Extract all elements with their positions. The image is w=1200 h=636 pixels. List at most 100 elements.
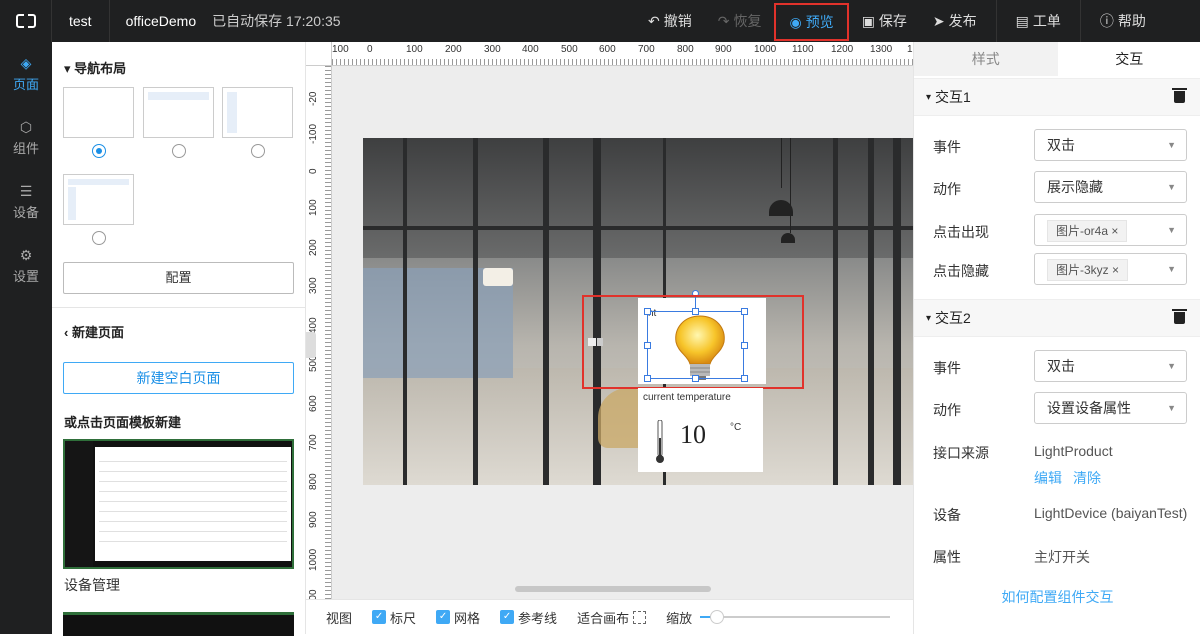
template-thumbnail[interactable] xyxy=(63,439,294,569)
trash-icon[interactable] xyxy=(1174,312,1185,324)
page-name[interactable]: officeDemo xyxy=(110,13,213,29)
zoom-slider-thumb[interactable] xyxy=(710,610,724,624)
tab-style[interactable]: 样式 xyxy=(914,42,1058,76)
template-line xyxy=(99,531,287,532)
ruler-tick-label: 100 xyxy=(308,199,319,216)
config-button[interactable]: 配置 xyxy=(63,262,294,294)
photo-ceiling xyxy=(363,138,913,258)
layers-icon: ◈ xyxy=(21,56,32,70)
preview-label: 预览 xyxy=(806,12,834,32)
template-line xyxy=(99,481,287,482)
redo-icon: ↷ xyxy=(718,13,730,30)
send-icon: ➤ xyxy=(933,13,945,30)
tab-interaction[interactable]: 交互 xyxy=(1058,42,1200,76)
template-line xyxy=(99,471,287,472)
nav-item-components[interactable]: ⬡组件 xyxy=(0,106,52,170)
close-icon[interactable]: × xyxy=(1112,263,1119,277)
layout-option-side[interactable] xyxy=(222,87,293,138)
photo-mullion xyxy=(403,138,407,485)
undo-button[interactable]: ↶撤销 xyxy=(635,0,705,42)
photo-lampshade xyxy=(483,268,513,286)
ruler-tick-label: 100 xyxy=(332,44,349,55)
layout-option-top-side[interactable] xyxy=(63,174,134,225)
layout-option-none[interactable] xyxy=(63,87,134,138)
close-icon[interactable]: × xyxy=(1111,224,1118,238)
nav-item-pages[interactable]: ◈页面 xyxy=(0,42,52,106)
interaction2-title: 交互2 xyxy=(935,308,971,328)
caret-down-icon: ▼ xyxy=(1167,393,1176,423)
show-on-click-select[interactable]: 图片-or4a ×▼ xyxy=(1034,214,1187,246)
photo-mullion xyxy=(833,138,838,485)
layout-preview-bar xyxy=(68,179,129,185)
action-select[interactable]: 展示隐藏▼ xyxy=(1034,171,1187,203)
nav-label: 设置 xyxy=(13,266,39,285)
ruler-tick-label: 200 xyxy=(445,44,462,55)
ruler-toggle[interactable]: ✓标尺 xyxy=(372,608,416,627)
layout-radio-none[interactable] xyxy=(92,144,106,158)
fit-label: 适合画布 xyxy=(577,608,629,627)
ruler-tick-label: 900 xyxy=(308,511,319,528)
action-value: 设置设备属性 xyxy=(1047,400,1131,416)
gear-icon: ⚙ xyxy=(20,248,33,262)
canvas-area[interactable]: 100 0 100 200 300 400 500 600 700 800 90… xyxy=(306,42,913,599)
fit-canvas-button[interactable]: 适合画布 xyxy=(577,608,646,627)
template-sidebar xyxy=(65,441,93,567)
photo-lamp xyxy=(781,233,795,243)
project-name[interactable]: test xyxy=(52,0,110,42)
grid-toggle[interactable]: ✓网格 xyxy=(436,608,480,627)
new-blank-page-button[interactable]: 新建空白页面 xyxy=(63,362,294,394)
zoom-slider[interactable] xyxy=(700,616,890,618)
caret-down-icon: ▼ xyxy=(1167,172,1176,202)
help-button[interactable]: ⓘ帮助 xyxy=(1087,0,1159,42)
ruler-tick-label: 1 xyxy=(907,44,913,55)
save-button[interactable]: ▣保存 xyxy=(849,0,920,42)
edit-link[interactable]: 编辑 xyxy=(1034,468,1062,488)
ruler-tick-label: 700 xyxy=(638,44,655,55)
ticket-button[interactable]: ▤工单 xyxy=(1003,0,1074,42)
device-label: 设备 xyxy=(933,505,961,525)
property-value: 主灯开关 xyxy=(1034,547,1090,567)
ticket-icon: ▤ xyxy=(1016,13,1029,30)
layout-option-top[interactable] xyxy=(143,87,214,138)
clear-link[interactable]: 清除 xyxy=(1073,468,1101,488)
interaction1-title: 交互1 xyxy=(935,87,971,107)
cube-icon: ⬡ xyxy=(20,120,32,134)
nav-layout-title: 导航布局 xyxy=(74,61,126,76)
undo-label: 撤销 xyxy=(664,11,692,31)
app-logo-icon[interactable] xyxy=(0,0,52,42)
caret-down-icon: ▾ xyxy=(926,92,931,103)
layout-radio-top[interactable] xyxy=(172,144,186,158)
event-select[interactable]: 双击▼ xyxy=(1034,350,1187,382)
layout-radio-side[interactable] xyxy=(251,144,265,158)
guides-toggle[interactable]: ✓参考线 xyxy=(500,608,557,627)
event-value: 双击 xyxy=(1047,137,1075,153)
event-select[interactable]: 双击▼ xyxy=(1034,129,1187,161)
preview-button[interactable]: ◉预览 xyxy=(774,3,848,41)
action-label: 动作 xyxy=(933,179,961,199)
publish-button[interactable]: ➤发布 xyxy=(920,0,990,42)
grid-label: 网格 xyxy=(454,608,480,627)
ruler-ticks xyxy=(332,59,913,65)
new-page-heading[interactable]: ‹ 新建页面 xyxy=(64,322,124,341)
tag-label: 图片-or4a xyxy=(1056,224,1108,238)
photo-lamp-cord xyxy=(781,138,782,188)
help-link[interactable]: 如何配置组件交互 xyxy=(914,587,1200,607)
temperature-component[interactable]: current temperature 10 °C xyxy=(638,388,763,472)
collapse-left-handle[interactable] xyxy=(306,332,316,358)
view-label: 视图 xyxy=(326,608,352,627)
redo-button[interactable]: ↷恢复 xyxy=(705,0,775,42)
nav-item-settings[interactable]: ⚙ 设置 xyxy=(0,234,52,298)
hide-on-click-select[interactable]: 图片-3kyz ×▼ xyxy=(1034,253,1187,285)
nav-item-devices[interactable]: ☰设备 xyxy=(0,170,52,234)
layout-radio-top-side[interactable] xyxy=(92,231,106,245)
interaction1-header[interactable]: ▾ 交互1 xyxy=(914,78,1200,116)
template-name[interactable]: 设备管理 xyxy=(64,575,120,595)
horizontal-scrollbar[interactable] xyxy=(515,586,711,592)
nav-layout-heading[interactable]: ▾ 导航布局 xyxy=(64,58,126,77)
trash-icon[interactable] xyxy=(1174,91,1185,103)
interaction2-header[interactable]: ▾交互2 xyxy=(914,299,1200,337)
api-source-value: LightProduct xyxy=(1034,443,1113,459)
action-select[interactable]: 设置设备属性 ▼ xyxy=(1034,392,1187,424)
temperature-label: current temperature xyxy=(643,392,731,403)
template-thumbnail-2[interactable] xyxy=(63,612,294,636)
